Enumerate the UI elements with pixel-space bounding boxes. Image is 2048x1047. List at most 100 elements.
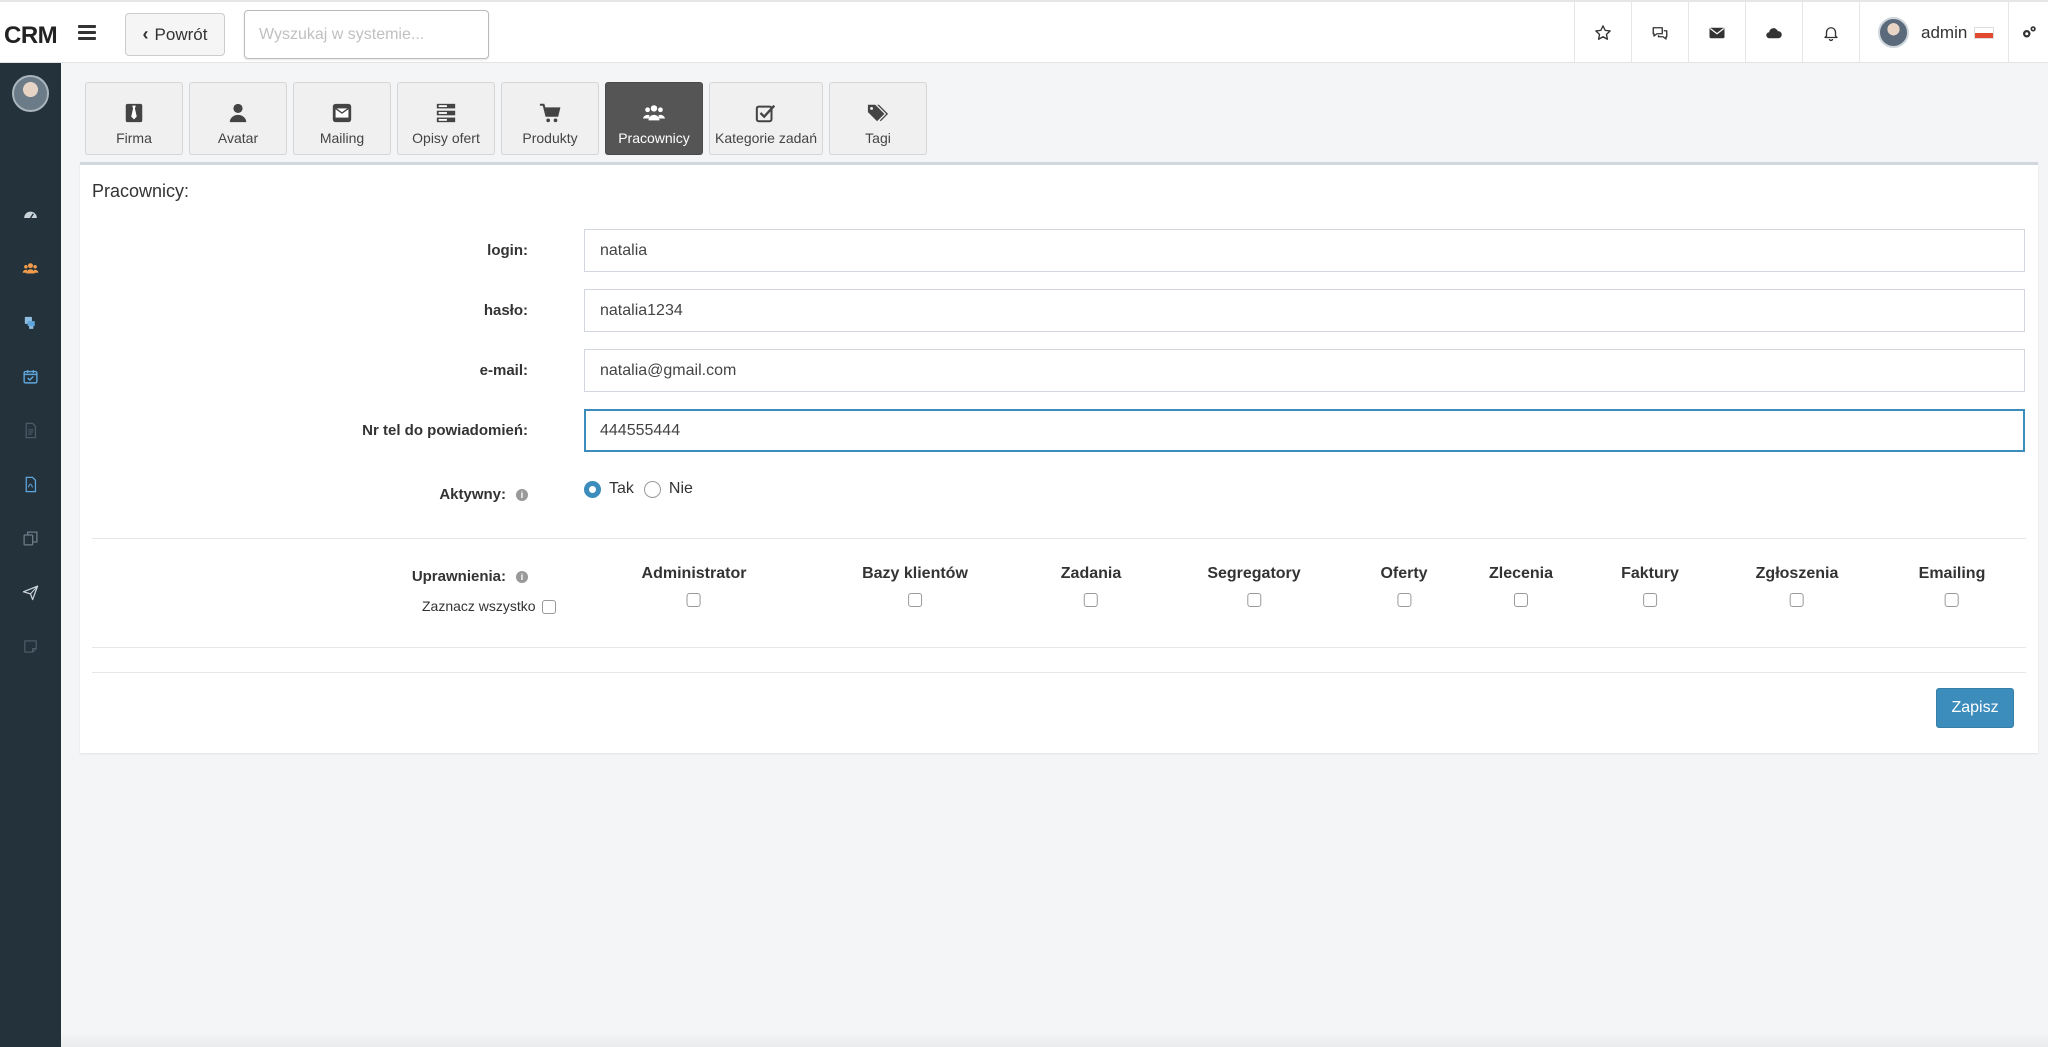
bell-icon[interactable]: [1802, 2, 1859, 63]
tab-kategorie-zadan[interactable]: Kategorie zadań: [709, 82, 823, 155]
permission-label: Zlecenia: [1488, 565, 1554, 582]
permission-label: Emailing: [1918, 565, 1986, 582]
back-button[interactable]: ‹ Powrót: [125, 13, 225, 56]
info-icon[interactable]: i: [516, 489, 528, 502]
active-no-radio[interactable]: [643, 480, 661, 498]
brand-logo[interactable]: CRM: [4, 22, 58, 50]
email-field[interactable]: [584, 349, 2025, 392]
user-icon: [229, 103, 247, 123]
select-all: Zaznacz wszystko: [422, 598, 556, 614]
panel-title: Pracownicy:: [92, 181, 190, 201]
tab-produkty[interactable]: Produkty: [501, 82, 599, 155]
tab-firma[interactable]: Firma: [85, 82, 183, 155]
permission-zgloszenia: Zgłoszenia: [1755, 565, 1839, 607]
sidebar: [0, 63, 61, 1047]
permission-administrator: Administrator: [642, 565, 746, 607]
calendar-check-icon[interactable]: [0, 349, 61, 403]
sticky-note-icon[interactable]: [0, 619, 61, 673]
server-icon: [436, 103, 456, 123]
permission-label: Zgłoszenia: [1755, 565, 1839, 582]
permission-checkbox[interactable]: [1514, 593, 1528, 607]
employees-form-panel: Pracownicy: login: hasło: e-mail: Nr tel…: [80, 162, 2038, 753]
chat-icon[interactable]: [1631, 2, 1688, 63]
info-icon[interactable]: i: [516, 571, 528, 584]
permission-checkbox[interactable]: [1247, 593, 1261, 607]
back-button-label: Powrót: [154, 24, 208, 44]
tab-label: Produkty: [522, 130, 578, 146]
envelope-icon[interactable]: [1688, 2, 1745, 63]
user-name: admin: [1921, 23, 1995, 43]
paper-plane-icon[interactable]: [0, 565, 61, 619]
password-field[interactable]: [584, 289, 2025, 332]
tab-label: Mailing: [319, 130, 365, 146]
tab-label: Firma: [116, 130, 152, 146]
login-field[interactable]: [584, 229, 2025, 272]
user-menu[interactable]: admin: [1859, 2, 2008, 63]
permission-label: Faktury: [1621, 565, 1679, 582]
star-icon[interactable]: [1574, 2, 1631, 63]
file-text-icon[interactable]: [0, 403, 61, 457]
tab-avatar[interactable]: Avatar: [189, 82, 287, 155]
tab-tagi[interactable]: Tagi: [829, 82, 927, 155]
active-label-row: Aktywny: i: [439, 486, 528, 503]
permission-segregatory: Segregatory: [1207, 565, 1301, 607]
permission-oferty: Oferty: [1380, 565, 1428, 607]
flag-pl-icon: [1974, 27, 1995, 40]
tab-label: Opisy ofert: [412, 130, 480, 146]
permission-checkbox[interactable]: [1397, 593, 1411, 607]
tie-icon: [125, 103, 143, 123]
menu-toggle-icon[interactable]: [76, 22, 98, 44]
permission-faktury: Faktury: [1621, 565, 1679, 607]
envelope-square-icon: [332, 103, 352, 123]
search-input[interactable]: [244, 10, 489, 59]
login-label: login:: [487, 242, 528, 259]
cloud-icon[interactable]: [1745, 2, 1802, 63]
permission-label: Zadania: [1060, 565, 1122, 582]
divider: [92, 538, 2026, 539]
permissions-label: Uprawnienia:: [411, 568, 506, 585]
permission-label: Segregatory: [1207, 565, 1301, 582]
chevron-left-icon: ‹: [142, 24, 149, 44]
permission-checkbox[interactable]: [1084, 593, 1098, 607]
tab-label: Avatar: [217, 130, 259, 146]
save-button[interactable]: Zapisz: [1936, 688, 2014, 728]
active-no-label: Nie: [668, 480, 693, 497]
check-square-icon: [755, 104, 776, 123]
tab-mailing[interactable]: Mailing: [293, 82, 391, 155]
permission-checkbox[interactable]: [687, 593, 701, 607]
bottom-shade: [61, 1033, 2048, 1047]
top-icons-group: admin: [1574, 2, 2048, 63]
avatar: [1878, 17, 1909, 48]
file-pdf-icon[interactable]: [0, 457, 61, 511]
email-label: e-mail:: [479, 362, 528, 379]
password-label: hasło:: [483, 302, 528, 319]
permission-label: Bazy klientów: [862, 565, 968, 582]
phone-label: Nr tel do powiadomień:: [362, 422, 528, 439]
handshake-icon[interactable]: [0, 295, 61, 349]
copy-icon[interactable]: [0, 511, 61, 565]
sidebar-avatar[interactable]: [12, 75, 49, 112]
divider: [92, 647, 2026, 648]
users-icon[interactable]: [0, 241, 61, 295]
tab-pracownicy[interactable]: Pracownicy: [605, 82, 703, 155]
select-all-label: Zaznacz wszystko: [422, 598, 536, 614]
permission-checkbox[interactable]: [1945, 593, 1959, 607]
permission-checkbox[interactable]: [1642, 593, 1657, 607]
top-navbar: CRM ‹ Powrót admin: [0, 0, 2048, 63]
dashboard-icon[interactable]: [0, 187, 61, 241]
permission-label: Oferty: [1380, 565, 1428, 582]
permission-checkbox[interactable]: [908, 593, 922, 607]
settings-tabs: Firma Avatar Mailing Opisy ofert Produkt…: [85, 82, 927, 155]
tags-icon: [867, 104, 889, 122]
tab-label: Kategorie zadań: [715, 130, 817, 146]
divider: [92, 672, 2026, 673]
permission-checkbox[interactable]: [1790, 593, 1804, 607]
gears-icon[interactable]: [2008, 2, 2048, 63]
active-yes-radio[interactable]: [584, 480, 601, 498]
active-label: Aktywny:: [439, 486, 506, 503]
tab-opisy-ofert[interactable]: Opisy ofert: [397, 82, 495, 155]
select-all-checkbox[interactable]: [541, 600, 556, 614]
phone-field[interactable]: [584, 409, 2025, 452]
permission-emailing: Emailing: [1918, 565, 1986, 607]
permissions-label-row: Uprawnienia: i: [412, 568, 528, 585]
